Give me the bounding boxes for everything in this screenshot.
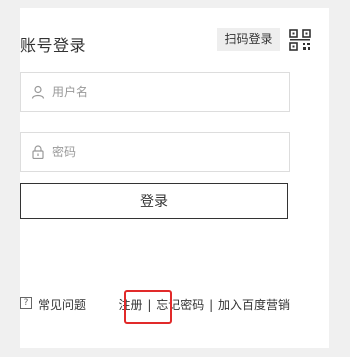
faq-link[interactable]: 常见问题 [38,296,86,313]
password-input[interactable] [52,133,272,171]
qr-login-button[interactable]: 扫码登录 [217,28,280,51]
qr-code-icon[interactable] [289,29,311,51]
join-baidu-marketing-link[interactable]: 加入百度营销 [218,298,290,312]
lock-icon [32,145,44,159]
user-icon [31,85,45,99]
page-title: 账号登录 [20,36,87,55]
login-button[interactable]: 登录 [20,183,288,219]
register-highlight-box [124,290,172,324]
password-field [20,132,290,172]
help-icon: ? [20,297,32,309]
username-field [20,72,290,112]
username-input[interactable] [52,73,272,111]
separator: | [209,298,214,312]
